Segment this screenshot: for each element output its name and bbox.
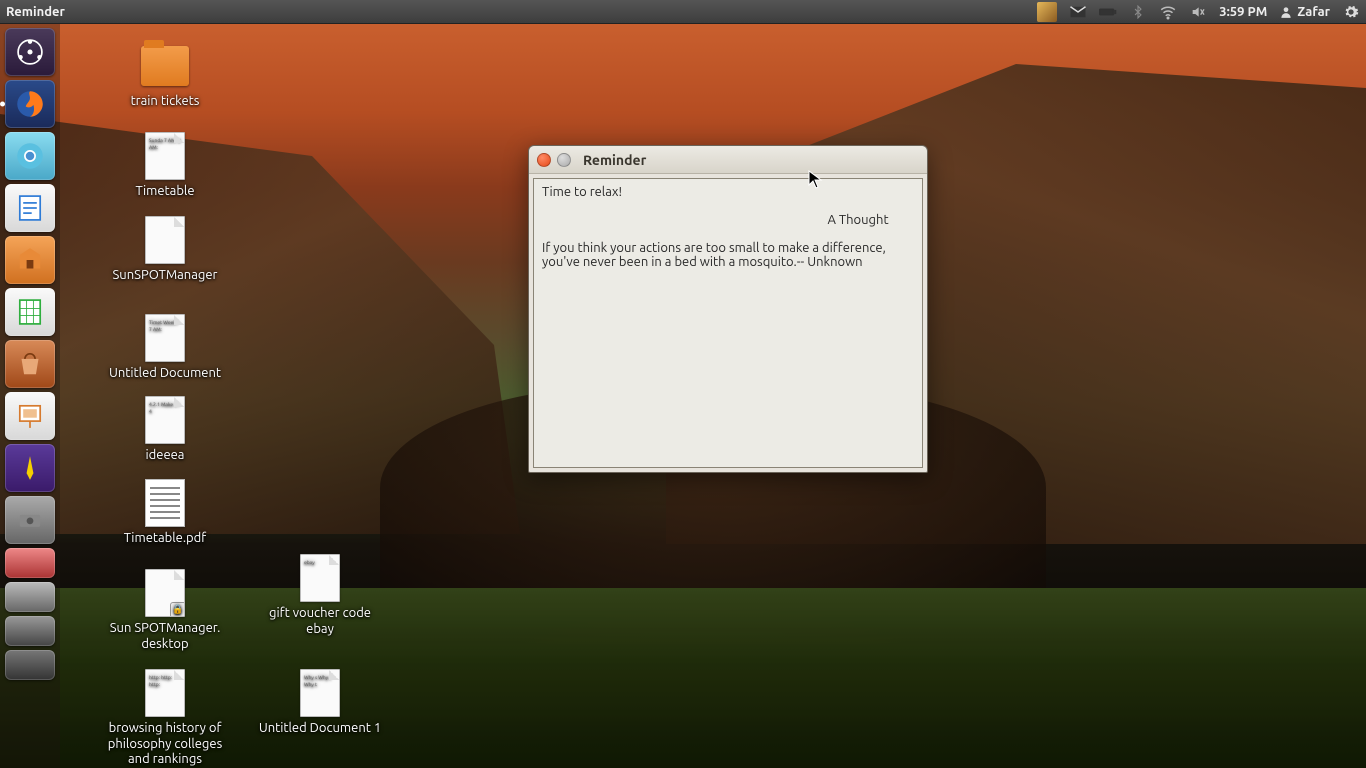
username-label: Zafar <box>1297 5 1330 19</box>
indicator-unknown-icon[interactable] <box>1037 2 1057 22</box>
launcher-todo[interactable] <box>5 444 55 492</box>
file-icon: Sunda 7 AM: 8 AM: <box>141 132 189 180</box>
top-menu-bar: Reminder 3:59 PM Zafar <box>0 0 1366 24</box>
desktop-icon-timetable-pdf[interactable]: Timetable.pdf <box>100 479 230 547</box>
window-titlebar[interactable]: Reminder <box>529 146 927 174</box>
battery-icon[interactable] <box>1099 3 1117 21</box>
launcher-extra-2[interactable] <box>5 582 55 612</box>
desktop-icon-label: Untitled Document 1 <box>255 721 385 737</box>
launcher-calc[interactable] <box>5 288 55 336</box>
volume-icon[interactable] <box>1189 3 1207 21</box>
desktop-icon-untitled-doc-1[interactable]: Why s Why t Why t Untitled Document 1 <box>255 669 385 737</box>
user-icon <box>1279 5 1293 19</box>
reminder-body: If you think your actions are too small … <box>542 241 914 269</box>
file-icon: 4.2.1 Make 21 4 <box>141 396 189 444</box>
desktop-icon-browsing-history[interactable]: http: http: http:browsing history of phi… <box>100 669 230 768</box>
window-close-button[interactable] <box>537 153 551 167</box>
desktop-icon-label: gift voucher code ebay <box>255 606 385 637</box>
unity-launcher <box>0 24 60 768</box>
file-icon <box>141 216 189 264</box>
user-menu[interactable]: Zafar <box>1279 5 1330 19</box>
desktop-icon-label: Timetable <box>100 184 230 200</box>
wifi-icon[interactable] <box>1159 3 1177 21</box>
desktop-icon-label: Untitled Document <box>100 366 230 382</box>
launcher-extra-4[interactable] <box>5 650 55 680</box>
reminder-content: Time to relax! A Thought If you think yo… <box>533 178 923 468</box>
launcher-chromium[interactable] <box>5 132 55 180</box>
gear-icon[interactable] <box>1342 3 1360 21</box>
window-title: Reminder <box>583 152 646 168</box>
desktop-icon-train-tickets[interactable]: train tickets <box>100 42 230 110</box>
launcher-extra-3[interactable] <box>5 616 55 646</box>
desktop-icon-label: Timetable.pdf <box>100 531 230 547</box>
reminder-window: Reminder Time to relax! A Thought If you… <box>528 145 928 473</box>
desktop-icon-timetable[interactable]: Sunda 7 AM: 8 AM: Timetable <box>100 132 230 200</box>
folder-icon <box>141 42 189 90</box>
desktop-icon-label: browsing history of philosophy colleges … <box>100 721 230 768</box>
reminder-subtitle: A Thought <box>542 213 914 227</box>
window-maximize-button[interactable] <box>557 153 571 167</box>
desktop-icon-ideeea[interactable]: 4.2.1 Make 21 4 ideeea <box>100 396 230 464</box>
file-icon: ebay <box>296 554 344 602</box>
launcher-disk-utility[interactable] <box>5 496 55 544</box>
file-icon <box>141 479 189 527</box>
file-icon: Why s Why t Why t <box>296 669 344 717</box>
system-tray: 3:59 PM Zafar <box>1037 0 1360 23</box>
launcher-software-center[interactable] <box>5 340 55 388</box>
lock-icon: 🔒 <box>170 602 185 617</box>
desktop-icon-untitled-doc[interactable]: Timet Week1 7 AM: Untitled Document <box>100 314 230 382</box>
launcher-dash[interactable] <box>5 28 55 76</box>
clock[interactable]: 3:59 PM <box>1219 5 1267 19</box>
active-app-title: Reminder <box>6 5 65 19</box>
launcher-extra-1[interactable] <box>5 548 55 578</box>
mail-icon[interactable] <box>1069 3 1087 21</box>
reminder-line1: Time to relax! <box>542 185 914 199</box>
desktop-icon-label: Sun SPOTManager. desktop <box>100 621 230 652</box>
desktop-icon-gift-voucher[interactable]: ebay gift voucher code ebay <box>255 554 385 637</box>
file-icon: http: http: http: <box>141 669 189 717</box>
launcher-impress[interactable] <box>5 392 55 440</box>
file-icon: Timet Week1 7 AM: <box>141 314 189 362</box>
desktop-icon-label: SunSPOTManager <box>100 268 230 284</box>
launcher-firefox[interactable] <box>5 80 55 128</box>
desktop-icon-label: train tickets <box>100 94 230 110</box>
desktop-icon-sunspot-desktop[interactable]: 🔒 Sun SPOTManager. desktop <box>100 569 230 652</box>
desktop-icon-label: ideeea <box>100 448 230 464</box>
launcher-writer[interactable] <box>5 184 55 232</box>
bluetooth-icon[interactable] <box>1129 3 1147 21</box>
desktop-icon-sunspotmanager[interactable]: SunSPOTManager <box>100 216 230 284</box>
launcher-files[interactable] <box>5 236 55 284</box>
file-icon: 🔒 <box>141 569 189 617</box>
